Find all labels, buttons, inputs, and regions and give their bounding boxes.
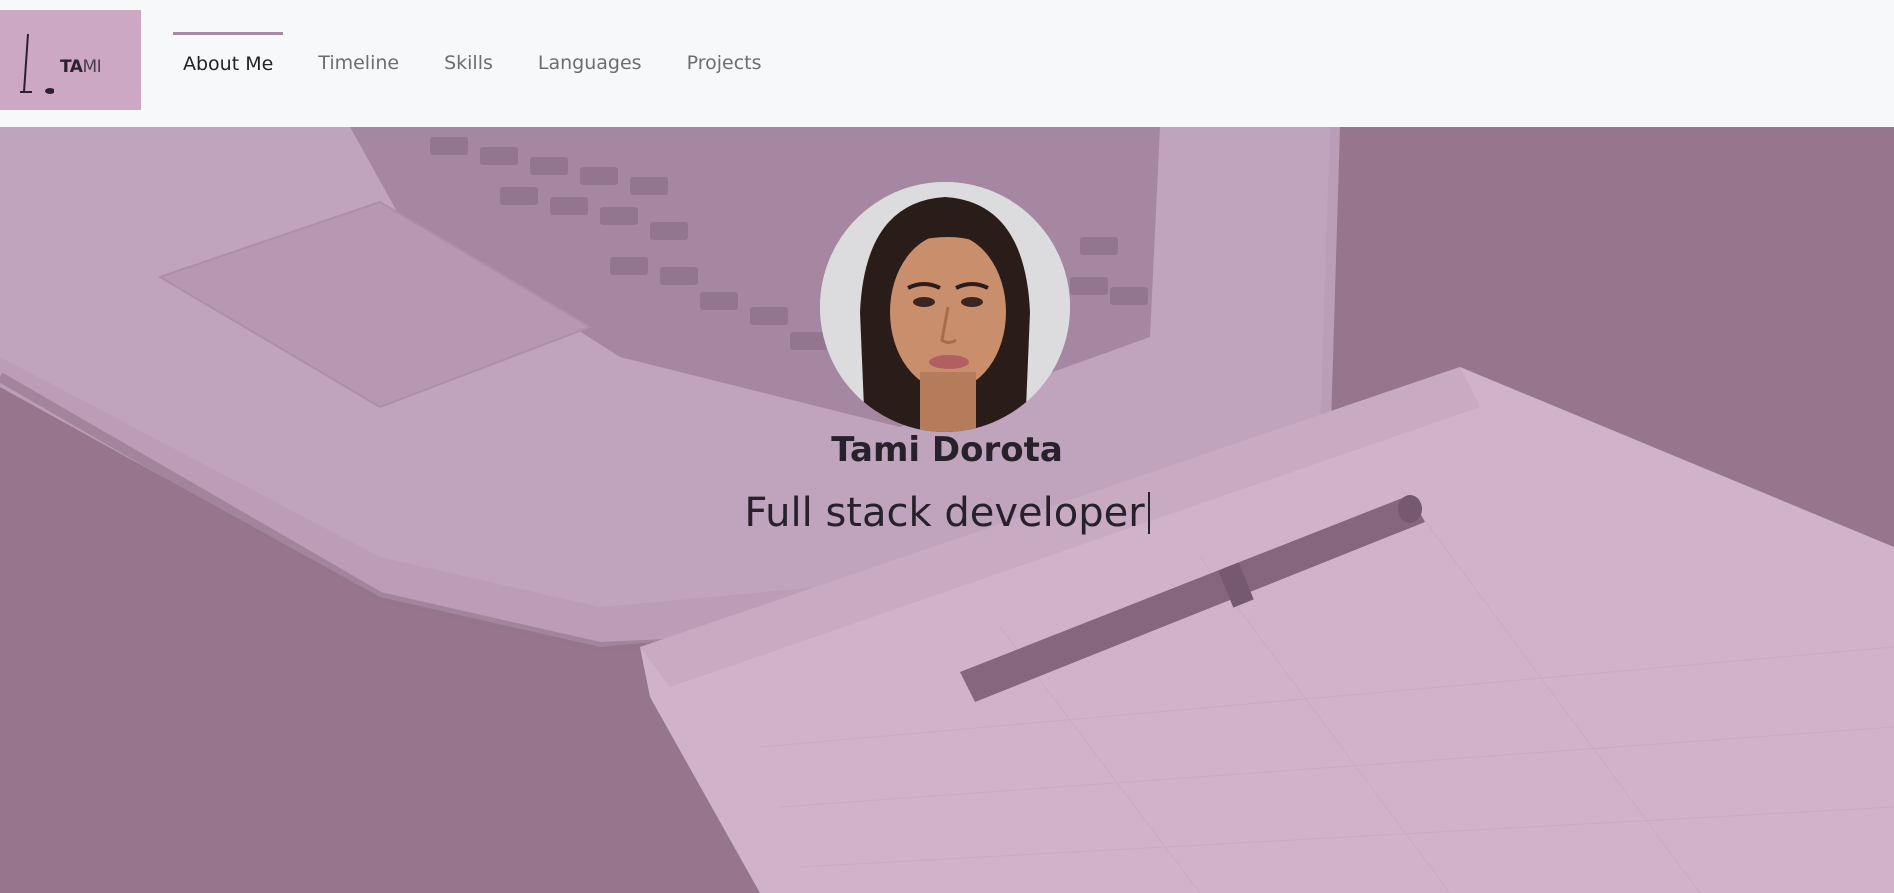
profile-role: Full stack developer — [0, 490, 1894, 536]
profile-avatar — [820, 182, 1070, 432]
site-logo[interactable]: TAMI — [0, 10, 141, 110]
top-navbar: TAMI About Me Timeline Skills Languages … — [0, 0, 1894, 127]
nav-skills[interactable]: Skills — [434, 32, 503, 94]
nav-languages[interactable]: Languages — [528, 32, 652, 94]
typed-role-text: Full stack developer — [744, 490, 1145, 536]
pen-logo-icon — [20, 33, 54, 94]
profile-name: Tami Dorota — [831, 430, 1063, 470]
hero-section: Tami Dorota Full stack developer — [0, 127, 1894, 893]
typing-cursor — [1147, 492, 1150, 534]
logo-text: TAMI — [60, 57, 102, 77]
main-nav: About Me Timeline Skills Languages Proje… — [173, 32, 796, 94]
nav-timeline[interactable]: Timeline — [308, 32, 409, 94]
nav-projects[interactable]: Projects — [677, 32, 772, 94]
nav-about-me[interactable]: About Me — [173, 32, 284, 97]
profile-photo-icon — [820, 182, 1070, 432]
